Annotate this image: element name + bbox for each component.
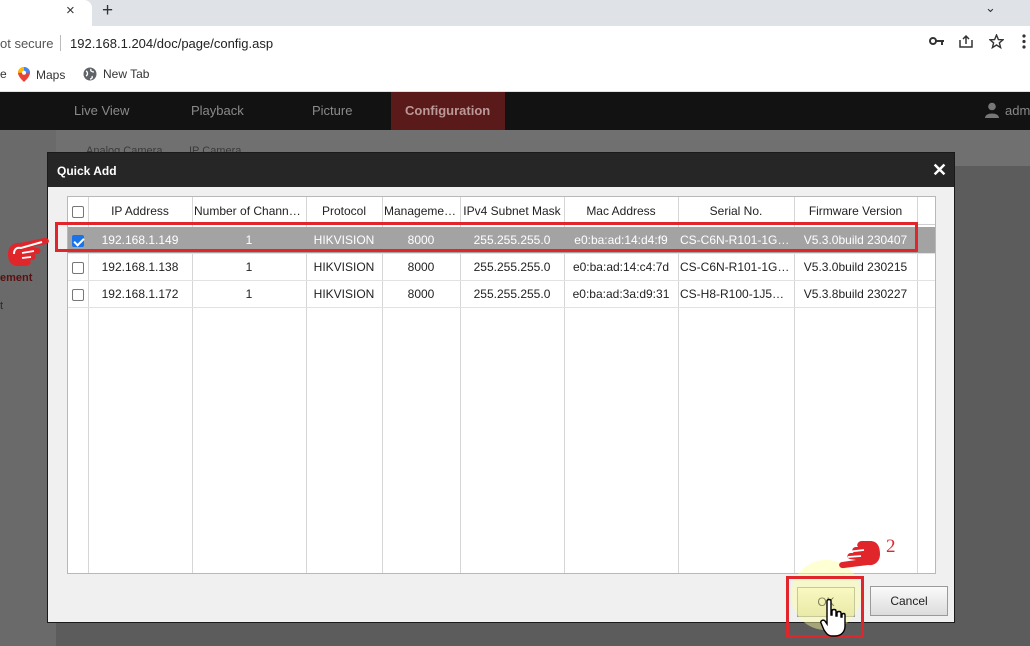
nav-playback[interactable]: Playback xyxy=(191,103,244,118)
camera-top-nav: Live View Playback Picture Configuration… xyxy=(0,92,1030,130)
cell-mac: e0:ba:ad:3a:d9:31 xyxy=(572,287,670,301)
new-tab-icon[interactable]: + xyxy=(102,0,113,22)
cell-mask: 255.255.255.0 xyxy=(473,287,551,301)
col-channels[interactable]: Number of Channels xyxy=(192,197,306,225)
nav-live-view[interactable]: Live View xyxy=(74,103,129,118)
cell-mask: 255.255.255.0 xyxy=(473,260,551,274)
cancel-button[interactable]: Cancel xyxy=(870,586,948,616)
address-bar: ot secure 192.168.1.204/doc/page/config.… xyxy=(0,26,1030,62)
table-row[interactable]: 192.168.1.172 1 HIKVISION 8000 255.255.2… xyxy=(68,281,935,308)
col-mac-address[interactable]: Mac Address xyxy=(564,197,678,225)
step-number: 2 xyxy=(886,536,896,557)
cell-firmware: V5.3.0build 230215 xyxy=(803,260,908,274)
device-table: IP Address Number of Channels Protocol M… xyxy=(67,196,936,574)
cell-mac: e0:ba:ad:14:c4:7d xyxy=(572,260,670,274)
dialog-title-bar: Quick Add ✕ xyxy=(48,153,954,187)
pointing-hand-icon xyxy=(8,237,49,266)
cell-protocol: HIKVISION xyxy=(313,287,375,301)
col-subnet-mask[interactable]: IPv4 Subnet Mask xyxy=(460,197,564,225)
table-header: IP Address Number of Channels Protocol M… xyxy=(68,197,935,225)
cell-port: 8000 xyxy=(407,287,435,301)
share-icon[interactable] xyxy=(958,34,974,52)
url-input[interactable]: 192.168.1.204/doc/page/config.asp xyxy=(70,36,273,51)
sidebar-item-fragment[interactable]: t xyxy=(0,300,3,312)
mouse-hand-cursor-icon xyxy=(820,598,846,637)
user-icon xyxy=(985,102,999,118)
nav-configuration[interactable]: Configuration xyxy=(391,92,505,130)
bookmark-label: Maps xyxy=(36,67,66,82)
bookmark-new-tab[interactable]: New Tab xyxy=(83,67,149,81)
bookmark-star-icon[interactable] xyxy=(988,33,1005,52)
cell-protocol: HIKVISION xyxy=(313,260,375,274)
table-row[interactable]: 192.168.1.138 1 HIKVISION 8000 255.255.2… xyxy=(68,254,935,281)
select-all-checkbox[interactable] xyxy=(72,206,84,218)
cell-port: 8000 xyxy=(407,260,435,274)
maps-pin-icon xyxy=(18,67,30,82)
sidebar-item-management[interactable]: ement xyxy=(0,272,32,284)
bookmark-label: New Tab xyxy=(103,67,150,81)
browser-tab-strip: × + ⌄ xyxy=(0,0,1030,26)
browser-menu-icon[interactable] xyxy=(1022,34,1026,52)
globe-icon xyxy=(83,67,97,81)
col-ip-address[interactable]: IP Address xyxy=(88,197,192,225)
cell-serial: CS-H8-R100-1J5W... xyxy=(680,287,793,301)
bookmarks-bar: e Maps New Tab xyxy=(0,62,1030,92)
col-serial-no[interactable]: Serial No. xyxy=(678,197,794,225)
pointing-hand-icon xyxy=(839,541,880,569)
row-checkbox[interactable] xyxy=(72,262,84,274)
url-separator xyxy=(60,35,61,51)
tab-close-icon[interactable]: × xyxy=(66,2,75,19)
nav-configuration-label: Configuration xyxy=(405,103,491,118)
user-name[interactable]: admi xyxy=(1005,103,1030,118)
security-status[interactable]: ot secure xyxy=(0,36,53,51)
close-icon[interactable]: ✕ xyxy=(932,160,947,181)
password-key-icon[interactable] xyxy=(929,34,945,51)
col-firmware-version[interactable]: Firmware Version xyxy=(794,197,917,225)
bookmark-fragment[interactable]: e xyxy=(0,67,7,81)
cell-channels: 1 xyxy=(245,260,253,274)
row-checkbox[interactable] xyxy=(72,289,84,301)
row-highlight-box xyxy=(55,222,918,252)
col-protocol[interactable]: Protocol xyxy=(306,197,382,225)
dialog-title: Quick Add xyxy=(57,164,117,178)
cell-channels: 1 xyxy=(245,287,253,301)
cell-ip: 192.168.1.172 xyxy=(101,287,179,301)
cell-serial: CS-C6N-R101-1G2... xyxy=(680,260,794,274)
cell-ip: 192.168.1.138 xyxy=(101,260,179,274)
nav-picture[interactable]: Picture xyxy=(312,103,352,118)
tab-search-chevron-icon[interactable]: ⌄ xyxy=(985,0,996,16)
bookmark-maps[interactable]: Maps xyxy=(18,67,65,82)
browser-tab[interactable]: × xyxy=(0,0,92,26)
col-management-port[interactable]: Managemen... xyxy=(382,197,460,225)
cell-firmware: V5.3.8build 230227 xyxy=(803,287,908,301)
